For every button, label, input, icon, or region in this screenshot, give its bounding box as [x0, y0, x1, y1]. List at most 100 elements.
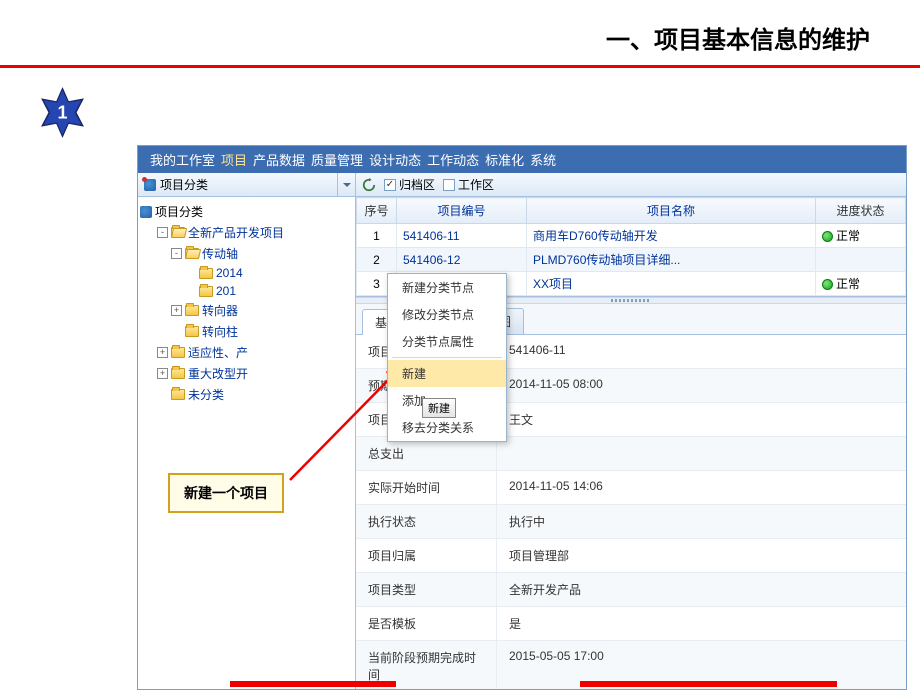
tree-item[interactable]: + 转向器	[140, 300, 353, 321]
work-checkbox[interactable]: 工作区	[443, 176, 494, 193]
page-title: 一、项目基本信息的维护	[606, 20, 870, 55]
detail-value: 王文	[496, 403, 906, 436]
filter-bar: ✓ 归档区 工作区	[356, 173, 906, 197]
callout-new-project: 新建一个项目	[168, 473, 284, 513]
step-badge: 1	[35, 85, 90, 140]
cell-name: PLMD760传动轴项目详细...	[527, 248, 816, 272]
category-icon	[144, 179, 156, 191]
cell-code: 541406-11	[397, 224, 527, 248]
sidebar-header[interactable]: 项目分类	[138, 173, 355, 197]
cell-status	[816, 248, 906, 272]
cell-num: 2	[357, 248, 397, 272]
status-dot-icon	[822, 279, 833, 290]
menu-workspace[interactable]: 我的工作室	[148, 150, 217, 169]
archive-checkbox[interactable]: ✓ 归档区	[384, 176, 435, 193]
cell-status: 正常	[816, 272, 906, 296]
archive-label: 归档区	[399, 176, 435, 193]
category-icon	[140, 206, 152, 218]
detail-value: 2014-11-05 14:06	[496, 471, 906, 504]
detail-label: 项目类型	[356, 573, 496, 606]
detail-row: 项目归属 项目管理部	[356, 539, 906, 573]
menu-project[interactable]: 项目	[219, 150, 249, 169]
menubar: 我的工作室 项目 产品数据 质量管理 设计动态 工作动态 标准化 系统	[138, 146, 906, 173]
col-name-header[interactable]: 项目名称	[527, 198, 816, 224]
tree-label: 传动轴	[202, 245, 238, 262]
detail-label: 实际开始时间	[356, 471, 496, 504]
tree-item[interactable]: 201	[140, 282, 353, 300]
tree-item[interactable]: 2014	[140, 264, 353, 282]
table-row[interactable]: 2 541406-12 PLMD760传动轴项目详细...	[357, 248, 906, 272]
tree-toggle-icon[interactable]: -	[171, 248, 182, 259]
menu-quality[interactable]: 质量管理	[309, 150, 365, 169]
col-num-header[interactable]: 序号	[357, 198, 397, 224]
tree-label: 重大改型开	[188, 365, 248, 382]
bottom-decoration	[0, 678, 920, 690]
col-code-header[interactable]: 项目编号	[397, 198, 527, 224]
tree: 项目分类 -全新产品开发项目-传动轴2014201+转向器转向柱+适应性、产+重…	[138, 197, 355, 690]
tree-item[interactable]: 转向柱	[140, 321, 353, 342]
folder-icon	[185, 248, 199, 259]
menu-product-data[interactable]: 产品数据	[251, 150, 307, 169]
detail-value: 执行中	[496, 505, 906, 538]
new-floating-button[interactable]: 新建	[422, 398, 456, 418]
tree-label: 转向器	[202, 302, 238, 319]
tree-item[interactable]: 未分类	[140, 384, 353, 405]
context-menu-item[interactable]: 新建分类节点	[388, 274, 506, 301]
tree-root[interactable]: 项目分类	[140, 201, 353, 222]
detail-label: 项目归属	[356, 539, 496, 572]
cell-name: 商用车D760传动轴开发	[527, 224, 816, 248]
checkbox-box	[443, 179, 455, 191]
context-menu-item[interactable]: 新建	[388, 360, 506, 387]
tree-label: 适应性、产	[188, 344, 248, 361]
refresh-icon[interactable]	[362, 178, 376, 192]
checkbox-box: ✓	[384, 179, 396, 191]
menu-system[interactable]: 系统	[528, 150, 558, 169]
tree-label: 未分类	[188, 386, 224, 403]
folder-icon	[185, 326, 199, 337]
sidebar-header-label: 项目分类	[160, 176, 208, 193]
title-underline	[0, 65, 920, 68]
tree-item[interactable]: + 适应性、产	[140, 342, 353, 363]
menu-design[interactable]: 设计动态	[367, 150, 423, 169]
context-menu-item[interactable]: 移去分类关系	[388, 414, 506, 441]
detail-value: 全新开发产品	[496, 573, 906, 606]
detail-label: 是否模板	[356, 607, 496, 640]
menu-work[interactable]: 工作动态	[425, 150, 481, 169]
tree-label: 201	[216, 284, 236, 298]
detail-value: 2014-11-05 08:00	[496, 369, 906, 402]
tree-item[interactable]: + 重大改型开	[140, 363, 353, 384]
tree-toggle-icon[interactable]: +	[157, 347, 168, 358]
tree-toggle-icon[interactable]: -	[157, 227, 168, 238]
app-body: 项目分类 项目分类 -全新产品开发项目-传动轴2014201+转向器转向柱+适应…	[138, 173, 906, 690]
detail-value: 是	[496, 607, 906, 640]
tree-item[interactable]: - 全新产品开发项目	[140, 222, 353, 243]
table-header-row: 序号 项目编号 项目名称 进度状态	[357, 198, 906, 224]
detail-row: 项目类型 全新开发产品	[356, 573, 906, 607]
folder-icon	[171, 368, 185, 379]
tree-toggle-icon[interactable]: +	[157, 368, 168, 379]
context-menu-item[interactable]: 分类节点属性	[388, 328, 506, 355]
folder-icon	[171, 347, 185, 358]
menu-separator	[392, 357, 502, 358]
badge-number: 1	[57, 102, 67, 123]
detail-value	[496, 437, 906, 470]
folder-icon	[171, 227, 185, 238]
sidebar: 项目分类 项目分类 -全新产品开发项目-传动轴2014201+转向器转向柱+适应…	[138, 173, 356, 690]
tree-item[interactable]: - 传动轴	[140, 243, 353, 264]
detail-row: 执行状态 执行中	[356, 505, 906, 539]
col-status-header[interactable]: 进度状态	[816, 198, 906, 224]
menu-standard[interactable]: 标准化	[483, 150, 526, 169]
cell-code: 541406-12	[397, 248, 527, 272]
tree-label: 全新产品开发项目	[188, 224, 284, 241]
detail-row: 是否模板 是	[356, 607, 906, 641]
folder-icon	[199, 286, 213, 297]
context-menu-item[interactable]: 修改分类节点	[388, 301, 506, 328]
tree-toggle-icon[interactable]: +	[171, 305, 182, 316]
app-window: 我的工作室 项目 产品数据 质量管理 设计动态 工作动态 标准化 系统 项目分类…	[137, 145, 907, 690]
sidebar-dropdown-button[interactable]	[337, 173, 355, 196]
tree-label: 2014	[216, 266, 243, 280]
tree-root-label: 项目分类	[155, 203, 203, 220]
table-row[interactable]: 1 541406-11 商用车D760传动轴开发 正常	[357, 224, 906, 248]
folder-icon	[185, 305, 199, 316]
status-dot-icon	[822, 231, 833, 242]
